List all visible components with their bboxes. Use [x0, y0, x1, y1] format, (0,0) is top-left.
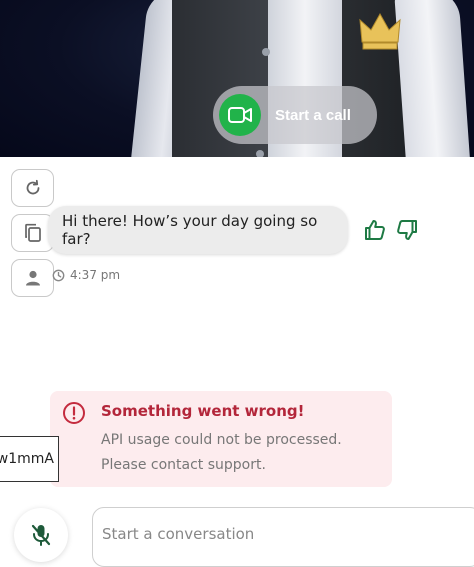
conversation-input-wrapper [92, 507, 474, 567]
overflow-tag: w1mmA [0, 436, 59, 482]
clock-icon [52, 269, 65, 281]
user-avatar-icon [25, 270, 40, 286]
timestamp-text: 4:37 pm [70, 268, 121, 282]
alert-circle-icon [63, 402, 85, 424]
start-call-label: Start a call [275, 106, 351, 124]
mic-muted-icon [31, 524, 51, 546]
thumbs-down-icon[interactable] [395, 218, 419, 242]
vest-button [262, 48, 270, 56]
video-camera-icon [219, 94, 261, 136]
conversation-input[interactable] [102, 525, 474, 543]
regenerate-button[interactable] [11, 169, 54, 207]
error-alert: Something went wrong! API usage could no… [50, 391, 392, 487]
refresh-icon [26, 179, 39, 195]
start-call-button[interactable]: Start a call [213, 86, 377, 144]
copy-icon [24, 223, 41, 242]
thumbs-up-icon[interactable] [363, 218, 387, 242]
crown-icon [359, 12, 401, 50]
error-message-line: Please contact support. [101, 457, 266, 473]
vest-button [256, 150, 264, 157]
avatar-arm-right [394, 0, 470, 157]
profile-button[interactable] [11, 259, 54, 297]
error-title: Something went wrong! [101, 402, 305, 420]
error-message-line: API usage could not be processed. [101, 432, 342, 448]
message-text: Hi there! How’s your day going so far? [62, 212, 318, 248]
avatar-video: Start a call [0, 0, 474, 157]
assistant-message: Hi there! How’s your day going so far? [48, 206, 348, 254]
overflow-tag-text: w1mmA [0, 451, 54, 467]
message-timestamp: 4:37 pm [52, 268, 120, 282]
mic-toggle-button[interactable] [14, 508, 68, 562]
